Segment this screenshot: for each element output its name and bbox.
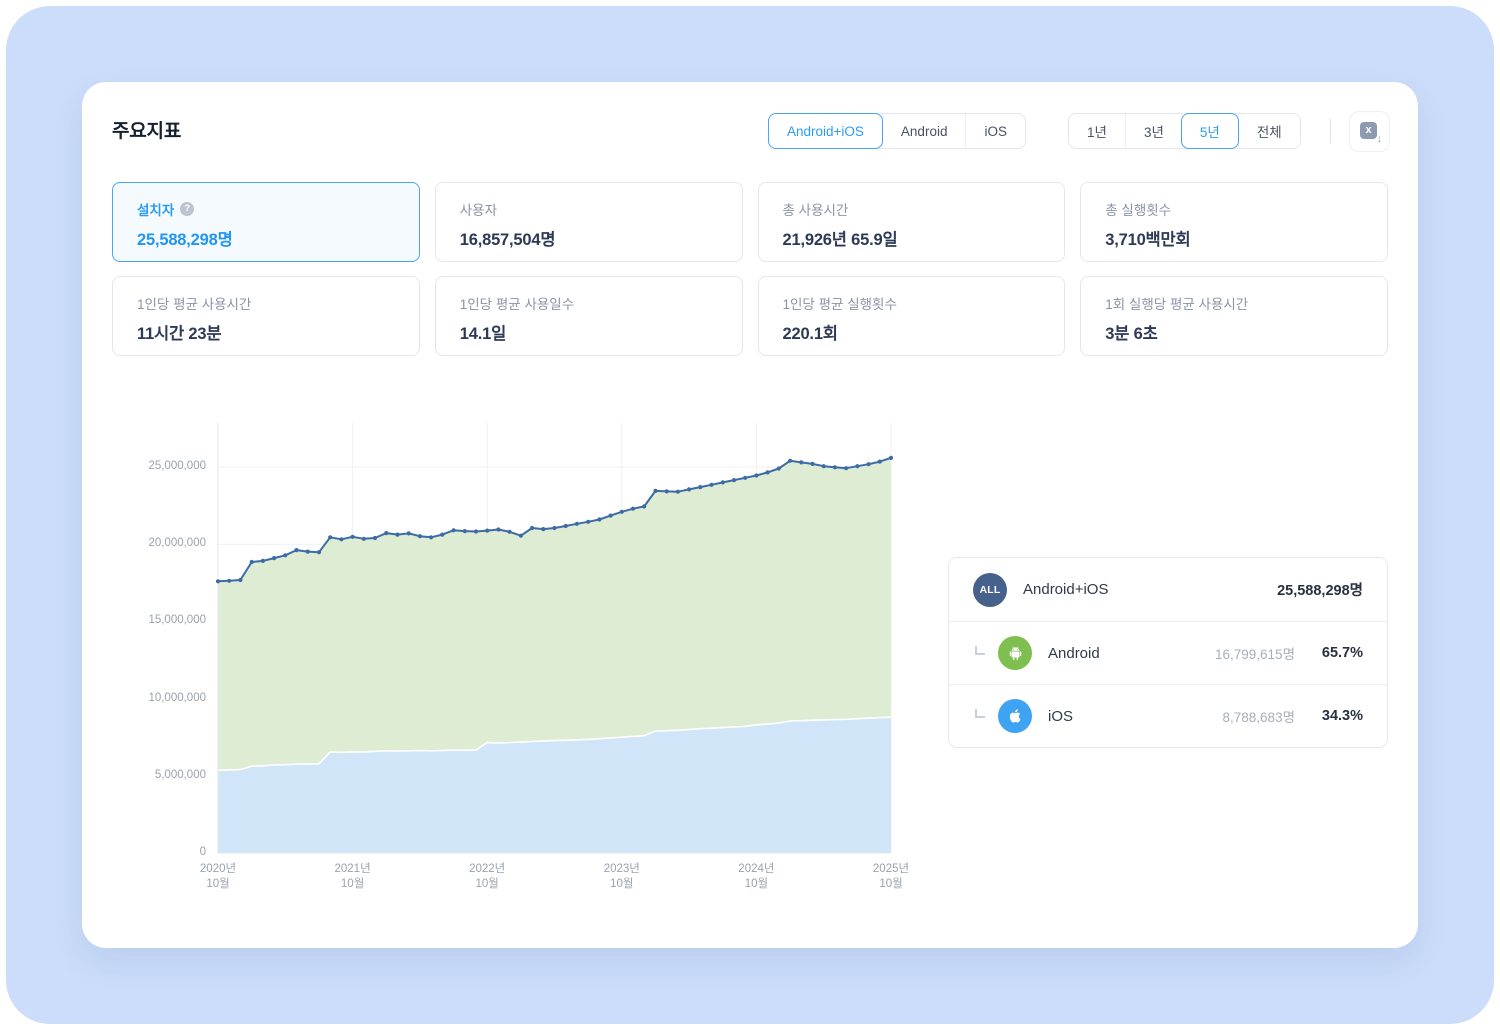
apple-icon xyxy=(998,699,1032,733)
stat-card-value: 3,710백만회 xyxy=(1105,231,1191,249)
tab-3year[interactable]: 3년 xyxy=(1124,114,1182,148)
legend-row-android: Android 16,799,615명 65.7% xyxy=(949,621,1387,684)
platform-tabs: Android+iOS Android iOS xyxy=(768,113,1026,149)
x-axis-tick-label: 2022년 10월 xyxy=(469,863,506,890)
stat-card-total-usage-time[interactable]: 총 사용시간 21,926년 65.9일 xyxy=(757,182,1066,262)
stat-card-label: 사용자 xyxy=(459,203,498,218)
stat-card-label: 1인당 평균 사용일수 xyxy=(459,297,575,312)
stat-card-label: 총 실행횟수 xyxy=(1105,203,1172,218)
y-axis-tick-label: 10,000,000 xyxy=(148,691,206,704)
stat-card-total-launches[interactable]: 총 실행횟수 3,710백만회 xyxy=(1080,182,1388,262)
stat-card-value: 14.1일 xyxy=(459,325,507,343)
header-divider xyxy=(1330,119,1331,143)
y-axis-tick-label: 15,000,000 xyxy=(148,614,206,627)
tab-1year[interactable]: 1년 xyxy=(1069,114,1125,148)
y-axis-tick-label: 20,000,000 xyxy=(148,537,206,550)
tab-android[interactable]: Android xyxy=(881,114,966,148)
help-icon[interactable]: ? xyxy=(180,202,195,216)
app-background: 주요지표 Android+iOS Android iOS 1년 3년 5년 전체… xyxy=(6,6,1494,1024)
metrics-panel: 주요지표 Android+iOS Android iOS 1년 3년 5년 전체… xyxy=(82,82,1418,948)
legend-row-all: ALL Android+iOS 25,588,298명 xyxy=(949,558,1387,621)
chart-canvas xyxy=(215,423,894,854)
x-axis-tick-label: 2025년 10월 xyxy=(872,863,910,890)
stat-cards: 설치자? 25,588,298명 사용자 16,857,504명 총 사용시간 … xyxy=(112,182,1388,356)
all-badge: ALL xyxy=(973,572,1007,607)
x-axis-tick-label: 2020년 10월 xyxy=(199,863,237,890)
stat-card-label: 1인당 평균 사용시간 xyxy=(137,297,252,312)
stat-card-label: 1회 실행당 평균 사용시간 xyxy=(1105,297,1249,312)
tree-elbow-icon xyxy=(975,708,985,718)
export-button[interactable]: x ↓ xyxy=(1349,111,1390,152)
stat-card-label: 총 사용시간 xyxy=(782,203,849,218)
stat-card-installs[interactable]: 설치자? 25,588,298명 xyxy=(112,182,420,262)
stat-card-users[interactable]: 사용자 16,857,504명 xyxy=(434,182,743,262)
tab-ios[interactable]: iOS xyxy=(965,114,1025,148)
stat-card-avg-usage-days[interactable]: 1인당 평균 사용일수 14.1일 xyxy=(434,276,743,356)
stat-card-value: 3분 6초 xyxy=(1105,325,1158,343)
legend-percent: 65.7% xyxy=(1321,645,1363,661)
stat-card-avg-time-per-launch[interactable]: 1회 실행당 평균 사용시간 3분 6초 xyxy=(1080,276,1388,356)
x-axis-tick-label: 2024년 10월 xyxy=(738,863,775,890)
stat-card-label: 1인당 평균 실행횟수 xyxy=(782,297,897,312)
y-axis-tick-label: 5,000,000 xyxy=(154,768,206,781)
y-axis-tick-label: 25,000,000 xyxy=(148,460,206,472)
android-icon xyxy=(998,636,1032,670)
tab-all[interactable]: 전체 xyxy=(1237,114,1300,148)
legend-row-ios: iOS 8,788,683명 34.3% xyxy=(949,684,1387,747)
excel-download-icon: x ↓ xyxy=(1360,122,1382,145)
stat-card-avg-usage-time[interactable]: 1인당 평균 사용시간 11시간 23분 xyxy=(112,276,420,356)
legend-count: 16,799,615명 xyxy=(1215,647,1295,662)
legend-name: iOS xyxy=(1048,707,1074,725)
legend-name: Android xyxy=(1048,644,1100,662)
legend-count: 8,788,683명 xyxy=(1222,710,1295,725)
tab-android-ios[interactable]: Android+iOS xyxy=(768,113,883,149)
stat-card-value: 21,926년 65.9일 xyxy=(782,231,898,249)
x-axis-tick-label: 2021년 10월 xyxy=(334,863,371,890)
stat-card-value: 220.1회 xyxy=(782,325,838,343)
chart-legend: ALL Android+iOS 25,588,298명 Android 16,7… xyxy=(948,557,1388,748)
x-axis-tick-label: 2023년 10월 xyxy=(603,863,640,890)
tab-5year[interactable]: 5년 xyxy=(1180,113,1239,149)
legend-percent: 34.3% xyxy=(1321,708,1363,724)
stat-card-label: 설치자 xyxy=(137,203,175,218)
stat-card-value: 11시간 23분 xyxy=(137,325,222,343)
range-tabs: 1년 3년 5년 전체 xyxy=(1068,113,1301,149)
stat-card-value: 16,857,504명 xyxy=(459,231,556,249)
tree-elbow-icon xyxy=(975,645,985,655)
legend-name: Android+iOS xyxy=(1023,581,1109,598)
page-title: 주요지표 xyxy=(112,121,182,142)
stat-card-avg-launches[interactable]: 1인당 평균 실행횟수 220.1회 xyxy=(757,276,1066,356)
y-axis-tick-label: 0 xyxy=(199,846,206,858)
stat-card-value: 25,588,298명 xyxy=(137,231,233,249)
legend-total-value: 25,588,298명 xyxy=(1277,583,1363,599)
installs-trend-chart[interactable]: 0 5,000,000 10,000,000 15,000,000 20,000,000… xyxy=(130,415,920,895)
